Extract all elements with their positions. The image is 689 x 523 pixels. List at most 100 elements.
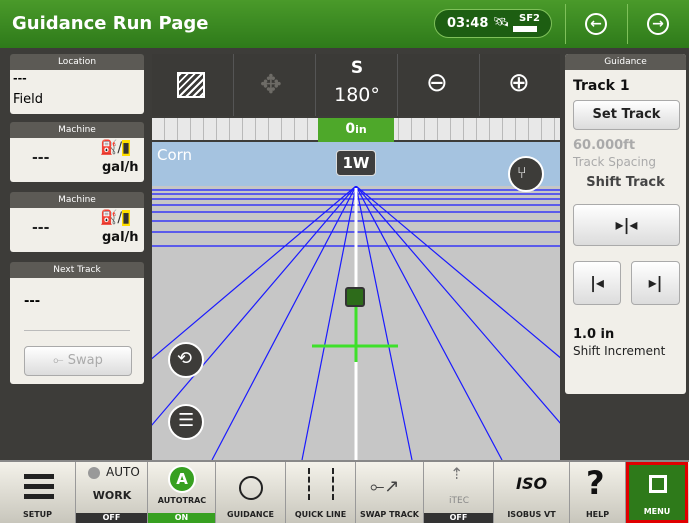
iso-logo: ISO [516, 474, 548, 493]
zoom-out-button[interactable]: ⊖ [398, 54, 480, 116]
perspective-view-icon [177, 72, 205, 98]
itec-status: OFF [424, 513, 493, 523]
swap-button[interactable]: ⟜ Swap [24, 346, 132, 376]
fuel-rate-icon: ⛽/▮ [100, 210, 130, 226]
guidance-panel: Guidance Track 1 Set Track 60.000ft Trac… [560, 48, 689, 460]
clock: 03:48 [447, 16, 489, 31]
help-button[interactable]: ? HELP [570, 462, 626, 523]
arrow-right-circle-icon: → [647, 13, 669, 35]
next-track-box: --- ⟜ Swap [10, 278, 144, 384]
isobus-button[interactable]: ISO ISOBUS VT [494, 462, 570, 523]
machine-value-2: --- [32, 220, 50, 236]
machine-box-1[interactable]: --- ⛽/▮ gal/h [10, 138, 144, 182]
list-icon: ☰ [178, 410, 195, 431]
machine-unit-1: gal/h [102, 160, 139, 175]
zoom-out-icon: ⊖ [426, 68, 448, 98]
location-name: Field [13, 92, 44, 107]
map-area: ✥ S 180° ⊖ ⊕ 0in Corn 1W ⑂ ⟲ ☰ [152, 48, 560, 460]
heading-degrees: 180° [334, 84, 380, 106]
machine-header-2: Machine [10, 192, 144, 208]
page-title: Guidance Run Page [12, 13, 209, 34]
menu-button[interactable]: MENU [626, 462, 688, 523]
work-button[interactable]: AUTO WORK OFF [76, 462, 148, 523]
field-lines [152, 186, 560, 460]
left-panel: Location --- Field Machine --- ⛽/▮ gal/h… [0, 48, 152, 460]
next-track-value: --- [24, 294, 41, 309]
back-button[interactable]: ← [565, 4, 625, 44]
help-label: HELP [585, 510, 610, 519]
list-menu-button[interactable]: ☰ [168, 404, 204, 440]
swap-icon: ⟜ [53, 353, 64, 368]
track-spacing-value: 60.000ft [573, 138, 636, 153]
swap-track-label: SWAP TRACK [360, 510, 419, 519]
machine-box-2[interactable]: --- ⛽/▮ gal/h [10, 208, 144, 252]
machine-unit-2: gal/h [102, 230, 139, 245]
autotrac-icon: A [168, 465, 196, 493]
itec-arrows-icon: ⇡ [450, 464, 464, 483]
center-shift-button[interactable]: ▸|◂ [573, 204, 680, 246]
zoom-in-icon: ⊕ [508, 68, 530, 98]
quick-line-button[interactable]: QUICK LINE [286, 462, 356, 523]
work-status-icon [88, 467, 100, 479]
guidance-header: Guidance [565, 54, 686, 70]
shift-track-label: Shift Track [586, 175, 665, 190]
fuel-rate-icon: ⛽/▮ [100, 140, 130, 156]
swap-track-icon: ⟜↗ [370, 476, 400, 497]
location-box[interactable]: --- Field [10, 70, 144, 114]
set-track-button[interactable]: Set Track [573, 100, 680, 130]
work-status: OFF [76, 513, 147, 523]
isobus-label: ISOBUS VT [507, 510, 556, 519]
guidance-button[interactable]: GUIDANCE [216, 462, 286, 523]
field-view[interactable]: Corn 1W ⑂ ⟲ ☰ [152, 142, 560, 460]
offset-unit: in [355, 123, 367, 136]
autotrac-label: AUTOTRAC [157, 496, 207, 505]
work-label: WORK [92, 489, 132, 502]
rotate-icon: ⟲ [177, 348, 193, 369]
perspective-button[interactable] [152, 54, 234, 116]
tractor-icon [345, 287, 365, 307]
setup-label: SETUP [22, 510, 53, 519]
swap-track-button[interactable]: ⟜↗ SWAP TRACK [356, 462, 424, 523]
arrow-left-circle-icon: ← [585, 13, 607, 35]
setup-button[interactable]: SETUP [0, 462, 76, 523]
itec-label: iTEC [449, 496, 469, 506]
shift-left-button[interactable]: |◂ [573, 261, 621, 305]
title-bar: Guidance Run Page 03:48 🛰 SF2 ← → [0, 0, 689, 48]
mode-badge[interactable]: 1W [336, 150, 376, 176]
shift-right-button[interactable]: ▸| [631, 261, 680, 305]
rotate-view-button[interactable]: ⟲ [168, 342, 204, 378]
shift-left-icon: |◂ [590, 273, 604, 292]
location-value: --- [13, 72, 27, 85]
guidance-label: GUIDANCE [227, 510, 274, 519]
guidance-box: Guidance Track 1 Set Track 60.000ft Trac… [565, 54, 686, 394]
pan-arrows-icon: ✥ [260, 70, 282, 100]
shift-right-icon: ▸| [648, 273, 663, 292]
satellite-icon: 🛰 [493, 15, 510, 30]
autotrac-status: ON [148, 513, 215, 523]
shift-increment-value: 1.0 in [573, 327, 615, 342]
track-spacing-label: Track Spacing [573, 155, 656, 169]
guidance-icon [239, 476, 263, 500]
zoom-in-button[interactable]: ⊕ [480, 54, 562, 116]
divider [24, 330, 130, 331]
track-turn-button[interactable]: ⑂ [508, 156, 544, 192]
map-toolbar: ✥ S 180° ⊖ ⊕ [152, 54, 560, 116]
forward-button[interactable]: → [627, 4, 687, 44]
track-name: Track 1 [573, 78, 630, 94]
location-header: Location [10, 54, 144, 70]
menu-label: MENU [643, 507, 671, 516]
heading-display: S 180° [316, 54, 398, 116]
heading-letter: S [350, 58, 364, 78]
quick-line-label: QUICK LINE [294, 510, 347, 519]
swap-label: Swap [67, 353, 103, 368]
autotrac-button[interactable]: A AUTOTRAC ON [148, 462, 216, 523]
offset-value: 0 [345, 121, 356, 137]
fork-arrow-icon: ⑂ [517, 163, 527, 182]
shift-increment-label: Shift Increment [573, 344, 666, 358]
machine-value-1: --- [32, 150, 50, 166]
shortcut-bar: SETUP AUTO WORK OFF A AUTOTRAC ON GUIDAN… [0, 460, 689, 523]
pan-button[interactable]: ✥ [234, 54, 316, 116]
itec-button[interactable]: ⇡ iTEC OFF [424, 462, 494, 523]
machine-header-1: Machine [10, 122, 144, 138]
setup-list-icon [24, 474, 54, 502]
